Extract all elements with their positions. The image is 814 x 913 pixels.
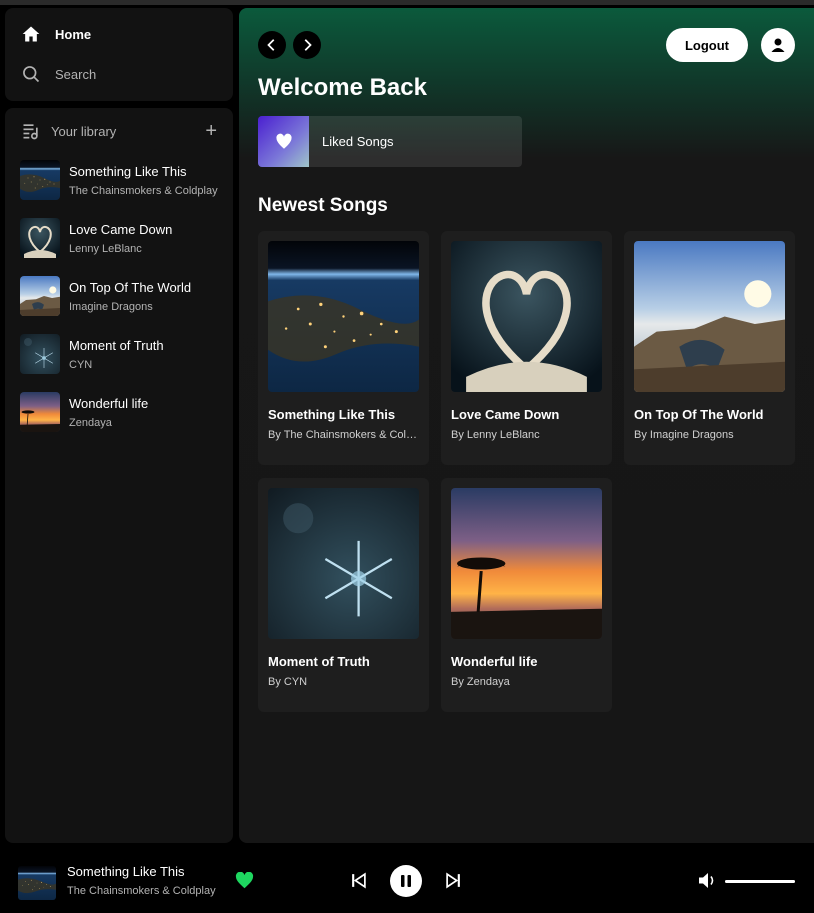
user-profile-button[interactable] [761, 28, 795, 62]
pause-icon [401, 875, 411, 887]
volume-icon[interactable] [698, 872, 718, 889]
song-card-art [268, 241, 419, 392]
library-item-artist: CYN [69, 358, 93, 371]
volume-slider[interactable] [725, 880, 795, 883]
nav-search[interactable]: Search [21, 64, 96, 84]
library-item-thumbnail [20, 160, 60, 200]
nav-home-label: Home [55, 26, 92, 42]
user-icon [771, 38, 785, 52]
song-card[interactable]: Wonderful life By Zendaya [441, 478, 612, 712]
library-item[interactable]: Moment of Truth CYN [20, 334, 225, 374]
heart-icon [275, 133, 292, 149]
library-icon [23, 124, 38, 140]
library-item-thumbnail [20, 334, 60, 374]
page-title: Welcome Back [258, 74, 427, 101]
plus-icon[interactable]: + [205, 121, 217, 141]
back-button[interactable] [258, 31, 286, 59]
library-item-name: Love Came Down [69, 221, 173, 237]
song-card-title: Wonderful life [451, 654, 538, 669]
song-card-title: On Top Of The World [634, 407, 764, 422]
library-item-artist: Lenny LeBlanc [69, 242, 142, 255]
home-icon [22, 26, 40, 42]
sidebar-nav: Home Search [5, 8, 233, 101]
song-card-title: Something Like This [268, 407, 396, 422]
library-item-thumbnail [20, 276, 60, 316]
library-panel: Your library + Something Like This The Ch… [5, 108, 233, 843]
song-card[interactable]: Moment of Truth By CYN [258, 478, 429, 712]
pause-button[interactable] [390, 865, 422, 897]
heart-icon[interactable] [235, 872, 254, 889]
library-item-name: On Top Of The World [69, 279, 192, 295]
song-card[interactable]: On Top Of The World By Imagine Dragons [624, 231, 795, 465]
nav-home[interactable]: Home [21, 24, 91, 44]
song-card-artist: By Imagine Dragons [634, 429, 734, 441]
song-card-title: Moment of Truth [268, 654, 370, 669]
library-item-artist: Imagine Dragons [69, 300, 153, 313]
liked-songs-tile[interactable]: Liked Songs [258, 116, 522, 167]
player-bar: Something Like This The Chainsmokers & C… [0, 848, 814, 913]
library-item-name: Something Like This [69, 163, 187, 179]
library-item-thumbnail [20, 218, 60, 258]
song-card-art [268, 488, 419, 639]
library-item[interactable]: Love Came Down Lenny LeBlanc [20, 218, 225, 258]
previous-track-icon[interactable] [350, 872, 367, 889]
now-playing-thumbnail [18, 866, 56, 900]
library-item[interactable]: On Top Of The World Imagine Dragons [20, 276, 225, 316]
song-card[interactable]: Something Like This By The Chainsmokers … [258, 231, 429, 465]
song-card-art [451, 241, 602, 392]
song-card-artist: By CYN [268, 676, 308, 688]
main-content: Logout Welcome Back Liked Songs Newest S… [239, 8, 814, 843]
song-card-art [634, 241, 785, 392]
newest-songs-heading: Newest Songs [258, 195, 388, 216]
song-card-artist: By Lenny LeBlanc [451, 429, 540, 441]
now-playing-artist: The Chainsmokers & Coldplay [67, 885, 216, 897]
library-list: Something Like This The Chainsmokers & Co… [20, 160, 225, 450]
now-playing-title: Something Like This [67, 864, 185, 879]
liked-songs-art [258, 116, 309, 167]
library-item-artist: The Chainsmokers & Coldplay [69, 184, 218, 197]
library-item[interactable]: Something Like This The Chainsmokers & Co… [20, 160, 225, 200]
library-item[interactable]: Wonderful life Zendaya [20, 392, 225, 432]
library-item-name: Wonderful life [69, 395, 149, 411]
chevron-right-icon [304, 39, 312, 51]
nav-search-label: Search [55, 66, 97, 82]
next-track-icon[interactable] [445, 872, 462, 889]
song-card-artist: By The Chainsmokers & Coldplay [268, 429, 419, 441]
library-title: Your library [51, 123, 117, 139]
library-item-name: Moment of Truth [69, 337, 164, 353]
song-card-title: Love Came Down [451, 407, 560, 422]
song-card-artist: By Zendaya [451, 676, 510, 688]
library-item-thumbnail [20, 392, 60, 432]
search-icon [23, 66, 40, 83]
chevron-left-icon [267, 39, 275, 51]
forward-button[interactable] [293, 31, 321, 59]
song-card-art [451, 488, 602, 639]
volume-level [725, 880, 795, 883]
library-item-artist: Zendaya [69, 416, 112, 429]
liked-songs-label: Liked Songs [322, 134, 394, 149]
window-top-strip [0, 0, 814, 5]
library-header: Your library + [21, 120, 217, 142]
song-card[interactable]: Love Came Down By Lenny LeBlanc [441, 231, 612, 465]
logout-button[interactable]: Logout [666, 28, 748, 62]
